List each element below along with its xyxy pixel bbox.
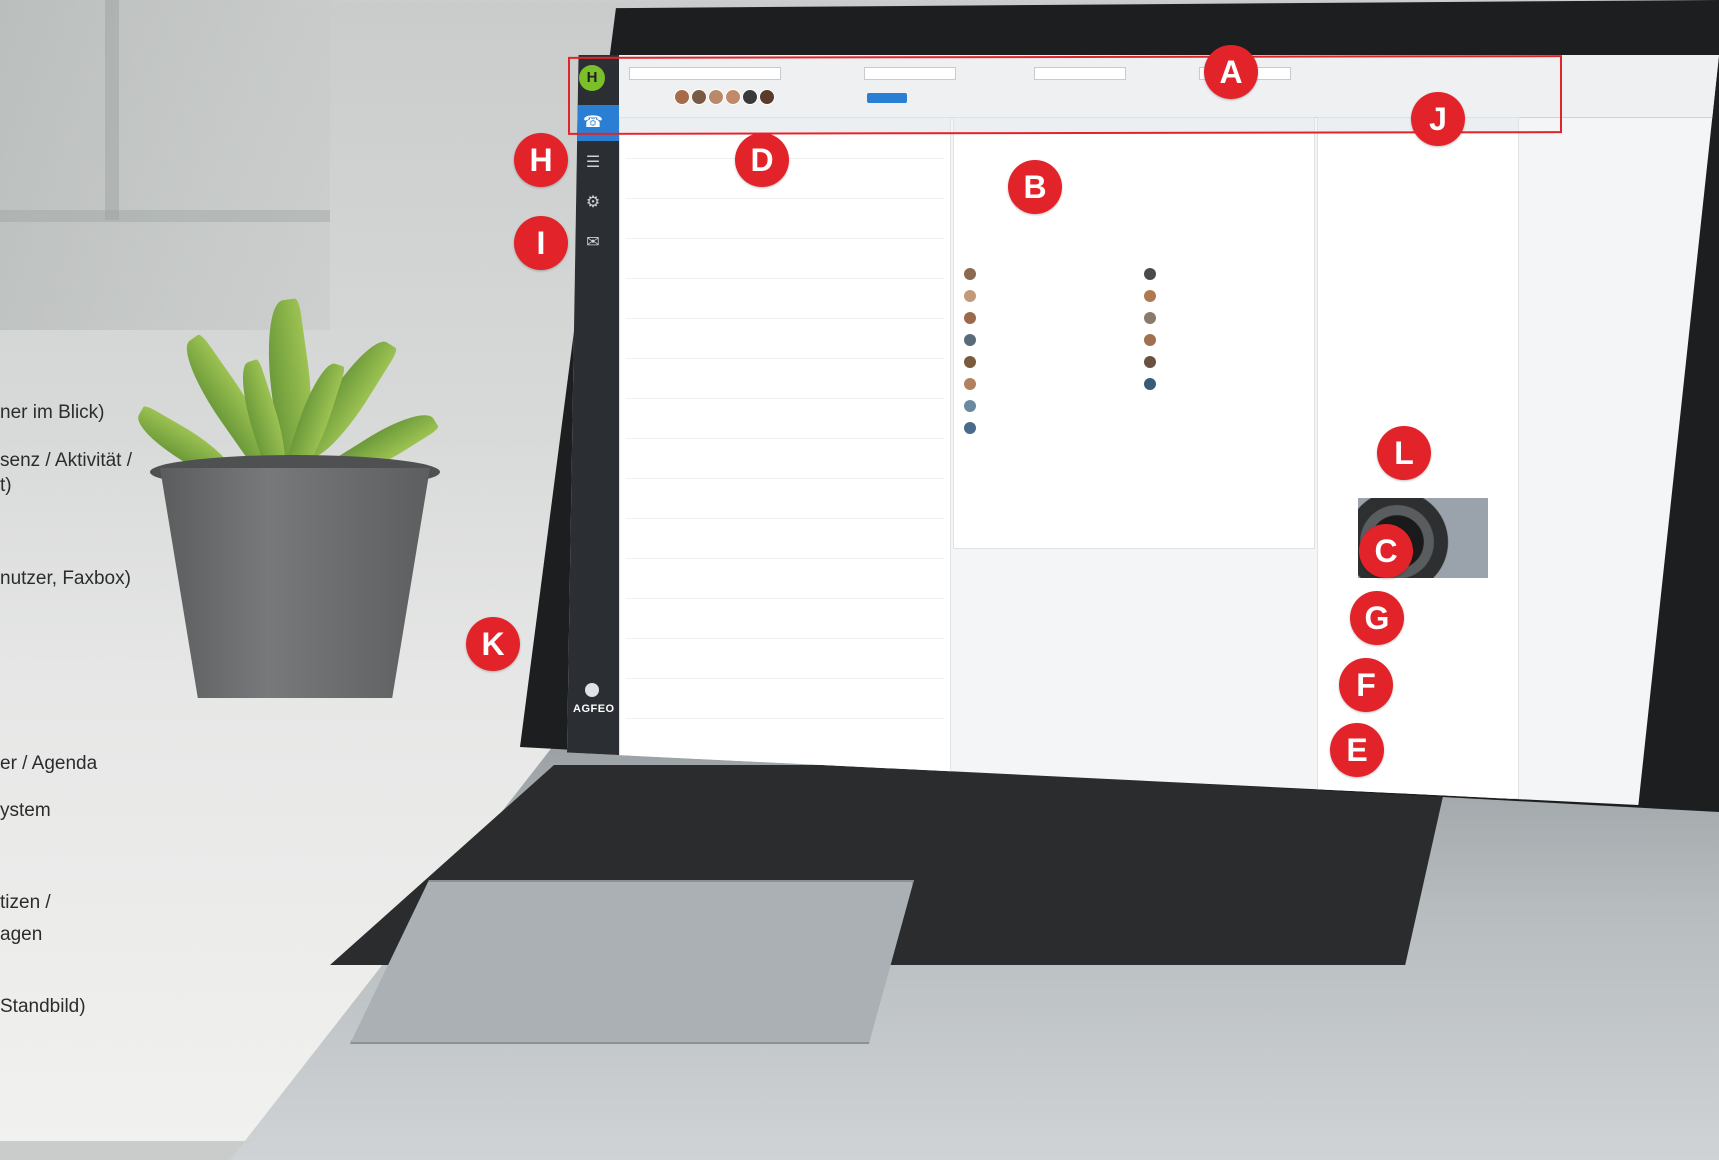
avatar [1144,312,1156,324]
caption-line: senz / Aktivität / [0,450,132,471]
marker-i: I [514,216,568,270]
marker-d: D [735,133,789,187]
divider [626,398,944,399]
divider [626,518,944,519]
avatar [1144,268,1156,280]
settings-icon[interactable]: ⚙ [567,185,619,221]
avatar [1144,378,1156,390]
marker-h: H [514,133,568,187]
divider [626,558,944,559]
divider [626,358,944,359]
calls-panel [619,117,951,799]
contacts-panel [953,117,1315,549]
brand-icon [585,683,599,697]
marker-c: C [1359,524,1413,578]
divider [626,278,944,279]
marker-b: B [1008,160,1062,214]
marker-f: F [1339,658,1393,712]
marker-a: A [1204,45,1258,99]
avatar [964,378,976,390]
avatar [1144,356,1156,368]
divider [626,478,944,479]
divider [626,678,944,679]
divider [626,318,944,319]
divider [626,598,944,599]
background-window [0,0,330,330]
chat-icon[interactable]: ✉ [567,225,619,261]
laptop-touchpad [350,880,914,1044]
avatar [964,334,976,346]
avatar [1144,334,1156,346]
caption-line: ner im Blick) [0,402,105,423]
contacts-icon[interactable]: ☰ [567,145,619,181]
caption-line: er / Agenda [0,753,98,774]
marker-e: E [1330,723,1384,777]
avatar [964,290,976,302]
avatar [1144,290,1156,302]
window-frame [0,210,330,222]
caption-line: ystem [0,800,51,821]
divider [626,238,944,239]
caption-line: agen [0,924,43,945]
marker-j: J [1411,92,1465,146]
avatar [964,400,976,412]
caption-line: tizen / [0,892,51,913]
app-sidebar: H ☎ ☰ ⚙ ✉ AGFEO [567,55,619,805]
avatar [964,312,976,324]
avatar [964,268,976,280]
divider [626,638,944,639]
avatar [964,422,976,434]
pot [160,468,430,698]
marker-g: G [1350,591,1404,645]
caption-line: t) [0,475,12,496]
divider [626,438,944,439]
window-frame [105,0,119,220]
divider [626,718,944,719]
avatar [964,356,976,368]
brand-label: AGFEO [573,703,615,715]
marker-k: K [466,617,520,671]
caption-line: Standbild) [0,996,86,1017]
caption-line: nutzer, Faxbox) [0,568,131,589]
marker-l: L [1377,426,1431,480]
divider [626,198,944,199]
